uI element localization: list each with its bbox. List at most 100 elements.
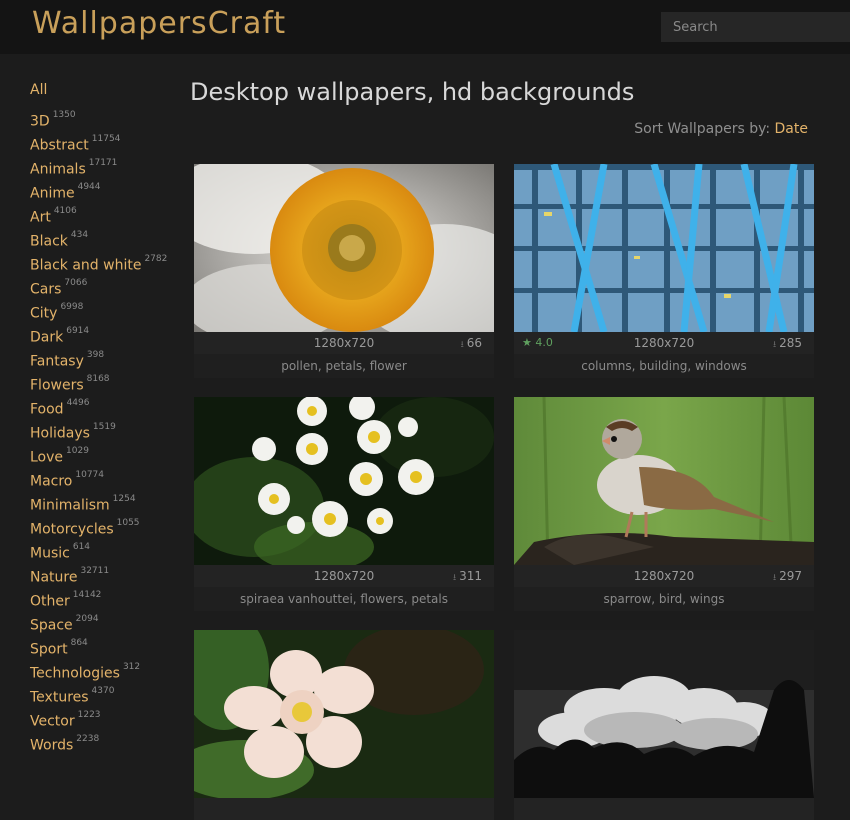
category-link-other[interactable]: Other 14142 xyxy=(30,586,180,610)
category-link-space[interactable]: Space 2094 xyxy=(30,610,180,634)
category-link-flowers[interactable]: Flowers 8168 xyxy=(30,370,180,394)
wallpaper-tags[interactable]: spiraea vanhouttei, flowers, petals xyxy=(194,587,494,611)
sort-label: Sort Wallpapers by: xyxy=(634,121,771,137)
category-name: Words xyxy=(30,737,74,754)
category-link-motorcycles[interactable]: Motorcycles 1055 xyxy=(30,514,180,538)
category-count: 32711 xyxy=(80,566,110,576)
wallpaper-thumbnail-building[interactable] xyxy=(514,164,814,332)
category-count: 864 xyxy=(70,638,88,648)
category-link-black[interactable]: Black 434 xyxy=(30,226,180,250)
category-count: 2782 xyxy=(144,254,168,264)
download-arrow-icon: ⭳ xyxy=(772,573,777,583)
category-link-food[interactable]: Food 4496 xyxy=(30,394,180,418)
wallpaper-card[interactable]: 1280x720 ⭳ 311 spiraea vanhouttei, flower… xyxy=(194,397,494,611)
wallpaper-resolution: 1280x720 xyxy=(633,336,695,350)
category-link-dark[interactable]: Dark 6914 xyxy=(30,322,180,346)
category-link-fantasy[interactable]: Fantasy 398 xyxy=(30,346,180,370)
category-name: Motorcycles xyxy=(30,521,114,538)
download-arrow-icon: ⭳ xyxy=(772,340,777,350)
category-link-macro[interactable]: Macro 10774 xyxy=(30,466,180,490)
category-count: 4370 xyxy=(91,686,115,696)
category-name: Cars xyxy=(30,281,62,298)
category-link-textures[interactable]: Textures 4370 xyxy=(30,682,180,706)
wallpaper-tags[interactable]: sparrow, bird, wings xyxy=(514,587,814,611)
category-name: Abstract xyxy=(30,137,89,154)
category-link-abstract[interactable]: Abstract 11754 xyxy=(30,130,180,154)
category-name: Space xyxy=(30,617,73,634)
category-count: 8168 xyxy=(86,374,110,384)
category-link-animals[interactable]: Animals 17171 xyxy=(30,154,180,178)
wallpaper-tags[interactable]: pollen, petals, flower xyxy=(194,354,494,378)
category-sidebar: All 3D 1350 Abstract 11754 Animals 17171 Anime… xyxy=(30,78,180,754)
category-link-3d[interactable]: 3D 1350 xyxy=(30,106,180,130)
category-link-love[interactable]: Love 1029 xyxy=(30,442,180,466)
category-count: 10774 xyxy=(75,470,105,480)
category-link-vector[interactable]: Vector 1223 xyxy=(30,706,180,730)
wallpaper-meta xyxy=(514,798,814,820)
category-name: Textures xyxy=(30,689,89,706)
category-name: Animals xyxy=(30,161,86,178)
wallpaper-meta: 1280x720 ⭳ 297 xyxy=(514,565,814,587)
sort-date-link[interactable]: Date xyxy=(775,121,808,137)
site-logo[interactable]: WallpapersCraft xyxy=(32,6,286,41)
sort-control: Sort Wallpapers by: Date xyxy=(634,121,808,137)
wallpaper-card[interactable]: ★ 4.0 1280x720 ⭳ 285 columns, building, w… xyxy=(514,164,814,378)
category-name: Nature xyxy=(30,569,78,586)
wallpaper-resolution: 1280x720 xyxy=(313,569,375,583)
wallpaper-thumbnail-clouds-bw[interactable] xyxy=(514,630,814,798)
category-count: 1223 xyxy=(77,710,101,720)
category-link-nature[interactable]: Nature 32711 xyxy=(30,562,180,586)
wallpaper-resolution: 1280x720 xyxy=(633,569,695,583)
category-name: Vector xyxy=(30,713,75,730)
search-input[interactable] xyxy=(661,12,850,42)
wallpaper-meta: ★ 4.0 1280x720 ⭳ 285 xyxy=(514,332,814,354)
category-count: 1029 xyxy=(66,446,89,456)
download-arrow-icon: ⭳ xyxy=(452,573,457,583)
category-name: Music xyxy=(30,545,70,562)
category-link-anime[interactable]: Anime 4944 xyxy=(30,178,180,202)
category-link-words[interactable]: Words 2238 xyxy=(30,730,180,754)
wallpaper-thumbnail-wild-rose[interactable] xyxy=(194,630,494,798)
star-icon: ★ xyxy=(522,336,532,349)
category-name: Food xyxy=(30,401,64,418)
category-count: 2094 xyxy=(75,614,99,624)
category-name: Flowers xyxy=(30,377,84,394)
wallpaper-resolution: 1280x720 xyxy=(313,336,375,350)
wallpaper-thumbnail-pollen-flower[interactable] xyxy=(194,164,494,332)
category-all-link[interactable]: All xyxy=(30,78,180,102)
category-count: 1350 xyxy=(52,110,76,120)
category-count: 614 xyxy=(72,542,91,552)
wallpaper-card[interactable]: 1280x720 ⭳ 66 pollen, petals, flower xyxy=(194,164,494,378)
category-count: 434 xyxy=(70,230,89,240)
category-name: City xyxy=(30,305,58,322)
category-name: Fantasy xyxy=(30,353,84,370)
category-name: Black xyxy=(30,233,68,250)
category-count: 1055 xyxy=(116,518,140,528)
category-count: 4106 xyxy=(53,206,77,216)
category-count: 312 xyxy=(122,662,141,672)
category-link-sport[interactable]: Sport 864 xyxy=(30,634,180,658)
category-count: 4496 xyxy=(66,398,90,408)
category-link-cars[interactable]: Cars 7066 xyxy=(30,274,180,298)
wallpaper-card[interactable]: 1280x720 ⭳ 297 sparrow, bird, wings xyxy=(514,397,814,611)
category-link-black-and-white[interactable]: Black and white 2782 xyxy=(30,250,180,274)
category-link-art[interactable]: Art 4106 xyxy=(30,202,180,226)
wallpaper-card[interactable] xyxy=(194,630,494,820)
category-link-minimalism[interactable]: Minimalism 1254 xyxy=(30,490,180,514)
category-count: 7066 xyxy=(64,278,88,288)
download-count: ⭳ 66 xyxy=(460,336,482,350)
category-link-holidays[interactable]: Holidays 1519 xyxy=(30,418,180,442)
category-name: Sport xyxy=(30,641,68,658)
category-link-city[interactable]: City 6998 xyxy=(30,298,180,322)
page-title: Desktop wallpapers, hd backgrounds xyxy=(190,78,635,106)
wallpaper-card[interactable] xyxy=(514,630,814,820)
wallpaper-tags[interactable]: columns, building, windows xyxy=(514,354,814,378)
category-name: Holidays xyxy=(30,425,90,442)
category-count: 1519 xyxy=(92,422,116,432)
wallpaper-thumbnail-sparrow[interactable] xyxy=(514,397,814,565)
category-name: Macro xyxy=(30,473,73,490)
category-name: Technologies xyxy=(30,665,120,682)
category-link-technologies[interactable]: Technologies 312 xyxy=(30,658,180,682)
category-link-music[interactable]: Music 614 xyxy=(30,538,180,562)
wallpaper-thumbnail-spiraea[interactable] xyxy=(194,397,494,565)
